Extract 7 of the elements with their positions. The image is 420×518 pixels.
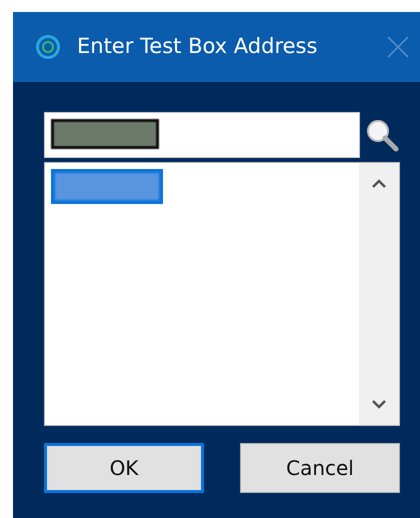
cancel-button[interactable]: Cancel — [240, 443, 400, 493]
ok-button[interactable]: OK — [44, 443, 204, 493]
window-title: Enter Test Box Address — [77, 33, 318, 60]
scroll-bar[interactable] — [359, 163, 399, 425]
ring-icon — [35, 34, 61, 60]
address-field[interactable] — [44, 112, 360, 158]
search-icon[interactable] — [364, 117, 400, 153]
